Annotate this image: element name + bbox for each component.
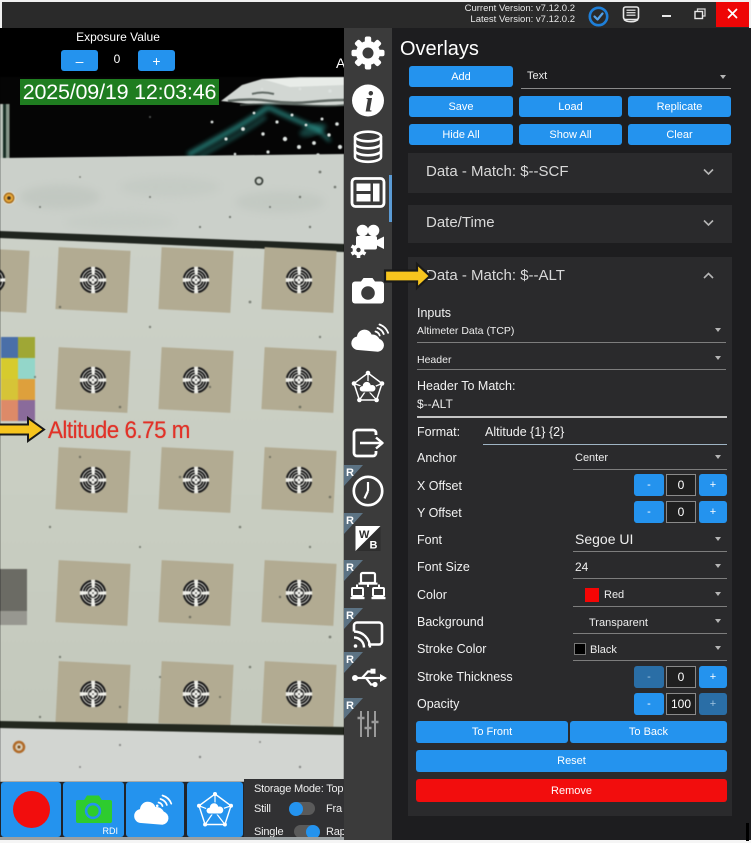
svg-text:i: i <box>365 86 374 119</box>
svg-text:W: W <box>359 529 370 541</box>
svg-text:B: B <box>370 540 378 552</box>
